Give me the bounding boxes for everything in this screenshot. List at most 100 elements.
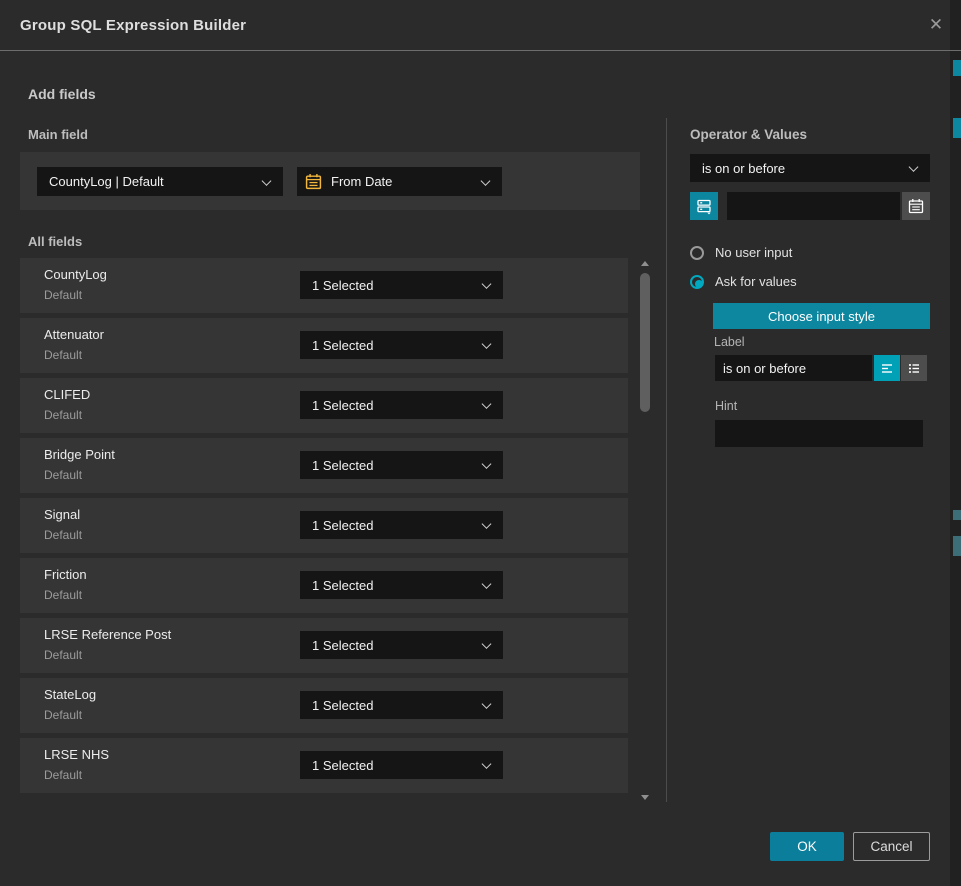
all-fields-label: All fields (28, 234, 82, 249)
field-selected-dropdown[interactable]: 1 Selected (300, 271, 503, 299)
selected-count: 1 Selected (312, 518, 477, 533)
main-field-panel: CountyLog | Default From Date (20, 152, 640, 210)
field-selected-dropdown[interactable]: 1 Selected (300, 451, 503, 479)
field-selected-dropdown[interactable]: 1 Selected (300, 571, 503, 599)
selected-count: 1 Selected (312, 278, 477, 293)
stacked-values-icon (695, 197, 713, 215)
chevron-down-icon (482, 639, 492, 649)
field-name: Attenuator (44, 327, 104, 342)
field-row: Attenuator Default 1 Selected (20, 318, 628, 373)
field-row: CLIFED Default 1 Selected (20, 378, 628, 433)
date-select-value: From Date (331, 174, 476, 189)
background-accent-mark (953, 536, 961, 556)
selected-count: 1 Selected (312, 758, 477, 773)
chevron-down-icon (482, 459, 492, 469)
field-row: Signal Default 1 Selected (20, 498, 628, 553)
operator-select[interactable]: is on or before (690, 154, 930, 182)
main-field-layer-select[interactable]: CountyLog | Default (37, 167, 283, 196)
screen: Group SQL Expression Builder ✕ Add field… (0, 0, 961, 886)
field-selected-dropdown[interactable]: 1 Selected (300, 391, 503, 419)
selected-count: 1 Selected (312, 698, 477, 713)
choose-input-style-button[interactable]: Choose input style (713, 303, 930, 329)
chevron-down-icon (482, 579, 492, 589)
field-row: LRSE Reference Post Default 1 Selected (20, 618, 628, 673)
scroll-down-button[interactable] (641, 795, 649, 800)
selected-count: 1 Selected (312, 338, 477, 353)
field-sublabel: Default (44, 468, 82, 482)
bullet-list-style-button[interactable] (901, 355, 927, 381)
selected-count: 1 Selected (312, 578, 477, 593)
chevron-down-icon (482, 339, 492, 349)
calendar-icon (908, 198, 924, 214)
radio-label: No user input (715, 245, 792, 260)
label-input[interactable] (715, 355, 872, 381)
calendar-button[interactable] (902, 192, 930, 220)
label-caption: Label (714, 335, 745, 349)
field-row: LRSE NHS Default 1 Selected (20, 738, 628, 793)
value-source-button[interactable] (690, 192, 718, 220)
hint-caption: Hint (715, 399, 737, 413)
field-name: LRSE NHS (44, 747, 109, 762)
field-name: LRSE Reference Post (44, 627, 171, 642)
field-sublabel: Default (44, 648, 82, 662)
field-name: CountyLog (44, 267, 107, 282)
field-sublabel: Default (44, 768, 82, 782)
ok-button[interactable]: OK (770, 832, 844, 861)
field-sublabel: Default (44, 588, 82, 602)
field-selected-dropdown[interactable]: 1 Selected (300, 511, 503, 539)
align-left-style-button[interactable] (874, 355, 900, 381)
field-row: StateLog Default 1 Selected (20, 678, 628, 733)
chevron-down-icon (262, 176, 272, 186)
field-sublabel: Default (44, 348, 82, 362)
scroll-up-button[interactable] (641, 261, 649, 266)
value-input[interactable] (727, 192, 900, 220)
selected-count: 1 Selected (312, 458, 477, 473)
field-sublabel: Default (44, 528, 82, 542)
field-list: CountyLog Default 1 Selected Attenuator … (20, 258, 628, 798)
operator-values-heading: Operator & Values (690, 127, 807, 142)
close-icon[interactable]: ✕ (926, 15, 946, 35)
background-accent-mark (953, 118, 961, 138)
field-selected-dropdown[interactable]: 1 Selected (300, 691, 503, 719)
field-selected-dropdown[interactable]: 1 Selected (300, 751, 503, 779)
field-selected-dropdown[interactable]: 1 Selected (300, 631, 503, 659)
field-sublabel: Default (44, 708, 82, 722)
radio-circle-icon (690, 246, 704, 260)
chevron-down-icon (482, 699, 492, 709)
operator-select-value: is on or before (702, 161, 904, 176)
bullet-list-icon (906, 360, 922, 376)
radio-label: Ask for values (715, 274, 797, 289)
background-app-strip (950, 0, 961, 886)
chevron-down-icon (482, 399, 492, 409)
layer-select-value: CountyLog | Default (49, 174, 257, 189)
selected-count: 1 Selected (312, 638, 477, 653)
background-accent-mark (953, 60, 961, 76)
field-name: Bridge Point (44, 447, 115, 462)
field-row: CountyLog Default 1 Selected (20, 258, 628, 313)
main-field-label: Main field (28, 127, 88, 142)
cancel-button[interactable]: Cancel (853, 832, 930, 861)
dialog-title: Group SQL Expression Builder (20, 0, 246, 51)
scrollbar-thumb[interactable] (640, 273, 650, 412)
background-accent-mark (953, 510, 961, 520)
field-sublabel: Default (44, 408, 82, 422)
field-row: Friction Default 1 Selected (20, 558, 628, 613)
radio-no-user-input[interactable]: No user input (690, 245, 792, 260)
panel-divider (666, 118, 667, 802)
hint-input[interactable] (715, 420, 923, 447)
dialog-titlebar: Group SQL Expression Builder ✕ (0, 0, 961, 51)
field-name: Signal (44, 507, 80, 522)
field-sublabel: Default (44, 288, 82, 302)
chevron-down-icon (481, 176, 491, 186)
group-sql-expression-builder-dialog: Group SQL Expression Builder ✕ Add field… (0, 0, 950, 886)
field-row: Bridge Point Default 1 Selected (20, 438, 628, 493)
radio-ask-for-values[interactable]: Ask for values (690, 274, 797, 289)
field-selected-dropdown[interactable]: 1 Selected (300, 331, 503, 359)
main-field-date-select[interactable]: From Date (297, 167, 502, 196)
chevron-down-icon (482, 759, 492, 769)
radio-circle-icon (690, 275, 704, 289)
chevron-down-icon (482, 519, 492, 529)
chevron-down-icon (909, 162, 919, 172)
selected-count: 1 Selected (312, 398, 477, 413)
chevron-down-icon (482, 279, 492, 289)
